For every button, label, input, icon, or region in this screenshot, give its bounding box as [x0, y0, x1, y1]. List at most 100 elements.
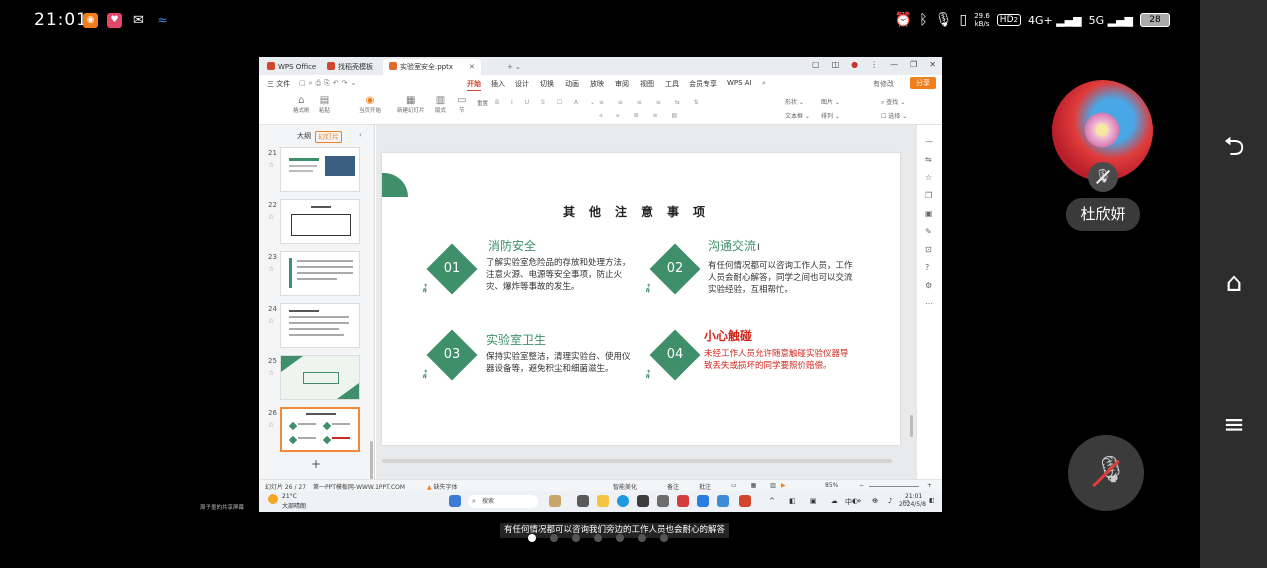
smart-beautify-button[interactable]: 智能美化: [613, 482, 637, 491]
back-icon[interactable]: ⮌: [1218, 132, 1250, 162]
close-tab-icon[interactable]: ✕: [469, 63, 475, 71]
more-icon[interactable]: ⋯: [925, 299, 933, 308]
add-slide-button[interactable]: +: [311, 457, 321, 471]
menu-animation[interactable]: 动画: [565, 79, 579, 89]
play-slideshow-icon[interactable]: ▶: [781, 482, 786, 489]
image-icon[interactable]: ▣: [925, 209, 933, 218]
item-03-title[interactable]: 实验室卫生: [486, 331, 546, 348]
app-icon[interactable]: [717, 495, 729, 507]
find-button[interactable]: ⌕ 查找 ⌄: [881, 97, 905, 107]
image-button[interactable]: 图片 ⌄: [821, 97, 840, 106]
cube-icon[interactable]: ◫: [832, 60, 840, 69]
page-dot[interactable]: [660, 534, 668, 542]
star-icon[interactable]: ☆: [268, 421, 274, 429]
menu-slideshow[interactable]: 放映: [590, 79, 604, 89]
item-03-text[interactable]: 保持实验室整洁，清理实验台、使用仪器设备等，避免积尘和细菌滋生。: [486, 351, 634, 375]
zoom-level[interactable]: 85%: [825, 482, 838, 489]
menu-transition[interactable]: 切换: [540, 79, 554, 89]
app-icon[interactable]: [697, 495, 709, 507]
menu-wps-ai[interactable]: WPS AI: [727, 79, 752, 87]
settings-icon[interactable]: ⚙: [925, 281, 932, 290]
edit-icon[interactable]: ✎: [925, 227, 932, 236]
view-mode-icons[interactable]: ▭ ▦ ▥: [731, 482, 782, 489]
slide-thumbnail-selected[interactable]: [280, 407, 360, 452]
align-controls[interactable]: ⫷ ⫸ ≣ ≡ ▤: [599, 112, 683, 120]
shape-button[interactable]: 形状 ⌄: [785, 97, 804, 106]
menu-member[interactable]: 会员专享: [689, 79, 717, 89]
star-icon[interactable]: ☆: [268, 213, 274, 221]
taskbar-search[interactable]: ⌕ 搜索: [468, 495, 538, 508]
section-button[interactable]: ▭ 节: [457, 95, 466, 114]
app-icon[interactable]: [637, 495, 649, 507]
item-01-title[interactable]: 消防安全: [488, 237, 536, 254]
star-icon[interactable]: ☆: [268, 369, 274, 377]
paragraph-controls[interactable]: ≡ ≡ ≡ ≡ ⇆ ⇅: [599, 99, 705, 106]
slide-thumbnail[interactable]: [280, 147, 360, 192]
notes-button[interactable]: 备注: [667, 482, 679, 491]
more-icon[interactable]: ⋮: [870, 60, 878, 69]
tab-template[interactable]: 找稻壳模板: [321, 59, 379, 75]
modify-status[interactable]: 有修改: [873, 79, 894, 89]
notification-icon[interactable]: ◧: [929, 497, 935, 504]
page-dot[interactable]: [594, 534, 602, 542]
horizontal-scrollbar[interactable]: [382, 459, 892, 463]
menu-insert[interactable]: 插入: [491, 79, 505, 89]
tab-document[interactable]: 实验室安全.pptx ✕: [383, 59, 481, 75]
home-icon[interactable]: ⌂: [1218, 268, 1250, 298]
tab-outline[interactable]: 大纲: [297, 131, 311, 141]
missing-font-button[interactable]: ▲ 缺失字体: [427, 482, 458, 491]
slide-title[interactable]: 其他注意事项: [382, 203, 900, 220]
zoom-slider[interactable]: [869, 486, 919, 487]
play-current-button[interactable]: ◉ 当页开始: [359, 95, 381, 114]
help-icon[interactable]: ?: [925, 263, 929, 272]
menu-icon[interactable]: ≡: [1218, 410, 1250, 440]
menu-file[interactable]: 三 文件: [267, 79, 290, 89]
slide-thumbnail[interactable]: [280, 251, 360, 296]
edge-icon[interactable]: [617, 495, 629, 507]
new-tab-button[interactable]: + ⌄: [501, 59, 527, 75]
share-button[interactable]: 分享: [910, 77, 936, 89]
menu-view[interactable]: 视图: [640, 79, 654, 89]
format-brush-button[interactable]: ⌂ 格式刷: [293, 95, 310, 114]
page-dot[interactable]: [550, 534, 558, 542]
ime-indicator[interactable]: 中: [845, 497, 852, 507]
tab-slides[interactable]: 幻灯片: [315, 131, 342, 143]
reset-button[interactable]: 重置: [477, 99, 488, 107]
star-icon[interactable]: ☆: [268, 317, 274, 325]
star-icon[interactable]: ☆: [925, 173, 932, 182]
paste-button[interactable]: ▤ 粘贴: [319, 95, 330, 114]
start-icon[interactable]: [449, 495, 461, 507]
adjust-icon[interactable]: ⇋: [925, 155, 932, 164]
item-02-text[interactable]: 有任何情况都可以咨询工作人员，工作人员会耐心解答，同学之间也可以交流实验经验，互…: [708, 260, 860, 296]
font-controls[interactable]: B I U S ☐ A ⌄: [495, 99, 600, 106]
close-icon[interactable]: ✕: [929, 60, 936, 69]
quick-access-icons[interactable]: ▢⌕⎙⎘↶↷⌄: [299, 79, 359, 88]
comment-button[interactable]: 批注: [699, 482, 711, 491]
textbox-button[interactable]: 文本框 ⌄: [785, 111, 810, 120]
zoom-in-icon[interactable]: +: [927, 482, 932, 489]
star-icon[interactable]: ☆: [268, 265, 274, 273]
user-avatar-icon[interactable]: ●: [851, 60, 858, 69]
app-icon[interactable]: [657, 495, 669, 507]
page-dot-active[interactable]: [528, 534, 536, 542]
slide-thumbnail[interactable]: [280, 199, 360, 244]
page-dot[interactable]: [616, 534, 624, 542]
search-icon[interactable]: ⌕: [762, 79, 766, 88]
task-view-icon[interactable]: [577, 495, 589, 507]
current-slide[interactable]: 其他注意事项 01 ➶ 消防安全 了解实验室危险品的存放和处理方法，注意火源、电…: [382, 153, 900, 445]
menu-tools[interactable]: 工具: [665, 79, 679, 89]
zoom-out-icon[interactable]: −: [859, 482, 864, 489]
collapse-icon[interactable]: —: [925, 137, 933, 146]
select-button[interactable]: ☐ 选择 ⌄: [881, 111, 907, 120]
star-icon[interactable]: ☆: [268, 161, 274, 169]
arrange-button[interactable]: 排列 ⌄: [821, 111, 840, 120]
box-icon[interactable]: ⊡: [925, 245, 932, 254]
menu-design[interactable]: 设计: [515, 79, 529, 89]
item-02-title[interactable]: 沟通交流: [708, 237, 756, 254]
file-explorer-icon[interactable]: [597, 495, 609, 507]
app-icon[interactable]: [677, 495, 689, 507]
tab-wps-office[interactable]: WPS Office: [261, 59, 322, 75]
page-dot[interactable]: [572, 534, 580, 542]
collapse-pane-icon[interactable]: ‹: [359, 131, 362, 139]
vertical-scrollbar[interactable]: [910, 415, 913, 437]
